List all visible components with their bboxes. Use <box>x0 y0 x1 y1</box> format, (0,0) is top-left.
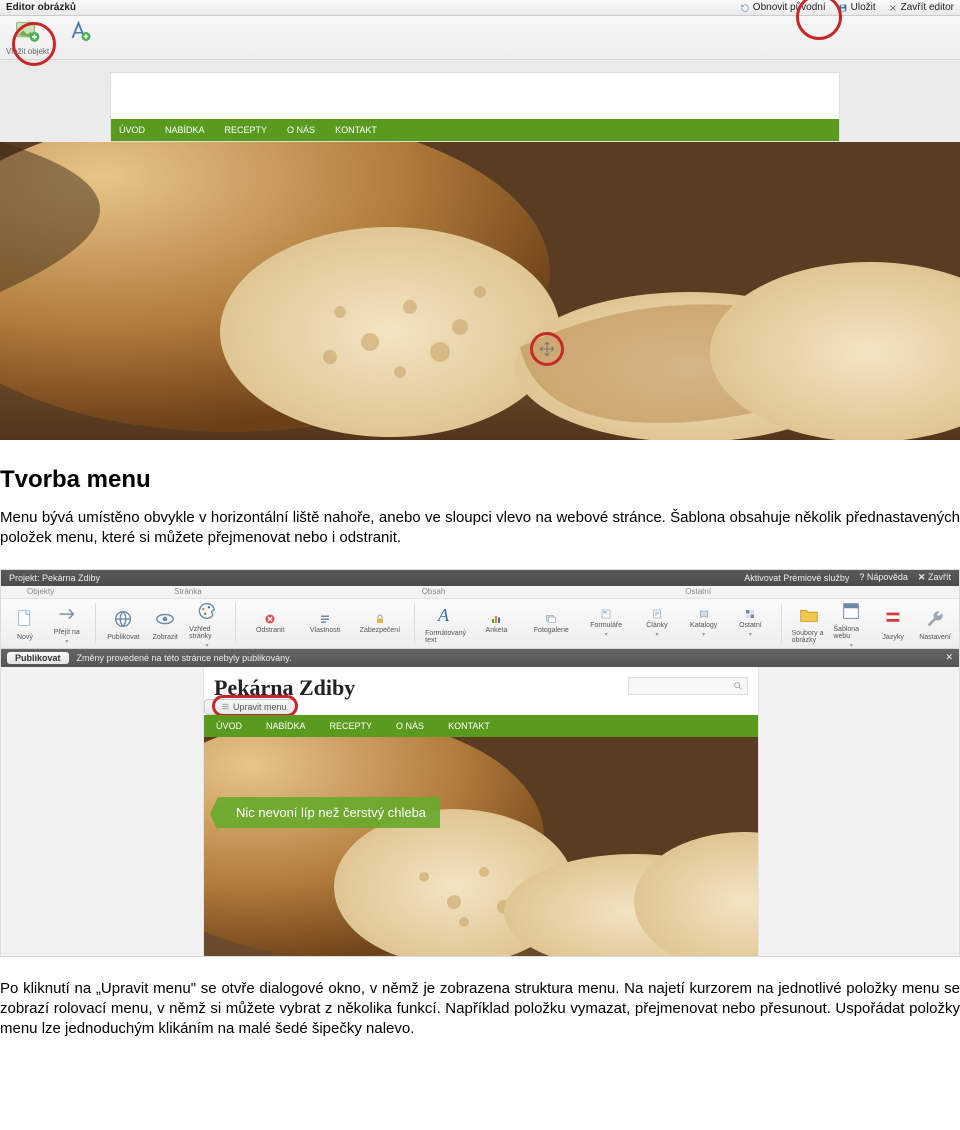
grid-icon <box>744 608 756 620</box>
form-icon <box>600 608 612 620</box>
cms-ribbon: Nový Přejít na▾ Publikovat Zobrazit Vzhl… <box>1 599 959 649</box>
doc-section-2: Po kliknutí na „Upravit menu" se otvře d… <box>0 957 960 1040</box>
chart-icon <box>490 613 502 625</box>
screenshot-editor: Editor obrázků Obnovit původní Uložit Za… <box>0 0 960 440</box>
highlight-ring-edit-menu <box>212 695 298 717</box>
tool-security[interactable]: Zabezpečení <box>355 613 404 634</box>
project-label: Projekt: Pekárna Zdiby <box>9 573 100 583</box>
nav-item[interactable]: O NÁS <box>287 125 315 135</box>
palette-icon <box>196 600 218 622</box>
nav-item[interactable]: NABÍDKA <box>266 721 306 731</box>
highlight-ring-move-handle <box>530 332 564 366</box>
close-app-button[interactable]: ✕ Zavřít <box>918 572 951 583</box>
tool-props[interactable]: Vlastnosti <box>301 613 350 634</box>
nav-item[interactable]: O NÁS <box>396 721 424 731</box>
screenshot-cms: Projekt: Pekárna Zdiby Aktivovat Prémiov… <box>0 569 960 957</box>
tool-poll[interactable]: Anketa <box>472 613 521 634</box>
flag-icon <box>882 608 904 630</box>
undo-icon <box>740 3 750 13</box>
insert-text-tool[interactable] <box>67 19 93 45</box>
tool-forms[interactable]: Formuláře▾ <box>582 608 631 638</box>
tool-goto[interactable]: Přejít na▾ <box>49 601 85 645</box>
hero-image <box>0 142 960 440</box>
text-plus-icon <box>68 20 92 44</box>
wrench-icon <box>924 608 946 630</box>
nav-item[interactable]: NABÍDKA <box>165 125 205 135</box>
globe-icon <box>112 608 134 630</box>
lock-icon <box>374 613 386 625</box>
save-button[interactable]: Uložit <box>838 2 876 13</box>
tool-view[interactable]: Zobrazit <box>147 606 183 641</box>
cms-canvas: Pekárna Zdiby Upravit menu ÚVOD NABÍDKA … <box>1 667 959 957</box>
tool-settings[interactable]: Nastavení <box>917 606 953 641</box>
tool-catalogs[interactable]: Katalogy▾ <box>683 608 724 638</box>
richtext-icon: A <box>434 603 458 627</box>
tool-other[interactable]: Ostatní▾ <box>730 608 771 638</box>
arrow-icon <box>56 603 78 625</box>
nav-item[interactable]: KONTAKT <box>448 721 490 731</box>
hero-tagline: Nic nevoní líp než čerstvý chleba <box>218 797 440 828</box>
nav-item[interactable]: RECEPTY <box>225 125 268 135</box>
highlight-ring-insert <box>12 22 56 66</box>
tool-gallery[interactable]: Fotogalerie <box>527 613 576 634</box>
article-icon <box>651 608 663 620</box>
section-paragraph: Menu bývá umístěno obvykle v horizontáln… <box>0 508 960 549</box>
doc-section-1: Tvorba menu Menu bývá umístěno obvykle v… <box>0 440 960 563</box>
eye-icon <box>154 608 176 630</box>
close-editor-button[interactable]: Zavřít editor <box>888 2 954 13</box>
page-header-preview: ÚVOD NABÍDKA RECEPTY O NÁS KONTAKT <box>110 72 840 142</box>
template-icon <box>840 600 862 622</box>
tool-richtext[interactable]: AFormátovaný text <box>425 602 466 644</box>
tool-publish[interactable]: Publikovat <box>105 606 141 641</box>
nav-item[interactable]: RECEPTY <box>330 721 373 731</box>
publish-message: Změny provedené na této stránce nebyly p… <box>77 653 292 663</box>
site-preview: Pekárna Zdiby Upravit menu ÚVOD NABÍDKA … <box>203 667 759 957</box>
folder-icon <box>798 604 820 626</box>
tool-appearance[interactable]: Vzhled stránky▾ <box>189 599 225 649</box>
nav-item[interactable]: KONTAKT <box>335 125 377 135</box>
publish-bar-close[interactable]: ✕ <box>945 652 953 663</box>
publish-button[interactable]: Publikovat <box>7 652 69 664</box>
search-icon <box>733 681 743 691</box>
page-icon <box>14 608 36 630</box>
tool-template[interactable]: Šablona webu▾ <box>833 599 869 649</box>
search-input[interactable] <box>628 677 748 695</box>
hero-image: Nic nevoní líp než čerstvý chleba <box>204 737 758 957</box>
tool-delete[interactable]: Odstranit <box>246 613 295 634</box>
tool-new[interactable]: Nový <box>7 606 43 641</box>
help-link[interactable]: ? Nápověda <box>859 572 908 583</box>
premium-link[interactable]: Aktivovat Prémiové služby <box>744 572 849 583</box>
editor-title: Editor obrázků <box>6 2 76 13</box>
book-icon <box>698 608 710 620</box>
ribbon-group-labels: Objekty Stránka Obsah Ostatní <box>1 586 959 599</box>
editor-canvas: ÚVOD NABÍDKA RECEPTY O NÁS KONTAKT <box>0 60 960 440</box>
site-nav: ÚVOD NABÍDKA RECEPTY O NÁS KONTAKT <box>111 119 839 141</box>
nav-item[interactable]: ÚVOD <box>216 721 242 731</box>
tool-articles[interactable]: Články▾ <box>637 608 678 638</box>
nav-item[interactable]: ÚVOD <box>119 125 145 135</box>
list-icon <box>319 613 331 625</box>
close-icon <box>888 3 898 13</box>
tool-files[interactable]: Soubory a obrázky <box>792 602 828 644</box>
delete-icon <box>264 613 276 625</box>
site-nav: ÚVOD NABÍDKA RECEPTY O NÁS KONTAKT <box>204 715 758 737</box>
section-heading: Tvorba menu <box>0 466 960 494</box>
gallery-icon <box>545 613 557 625</box>
svg-text:A: A <box>437 605 450 625</box>
section-paragraph: Po kliknutí na „Upravit menu" se otvře d… <box>0 979 960 1040</box>
publish-bar: Publikovat Změny provedené na této strán… <box>1 649 959 667</box>
tool-lang[interactable]: Jazyky <box>875 606 911 641</box>
move-icon[interactable] <box>538 340 556 358</box>
app-topbar: Projekt: Pekárna Zdiby Aktivovat Prémiov… <box>1 570 959 586</box>
